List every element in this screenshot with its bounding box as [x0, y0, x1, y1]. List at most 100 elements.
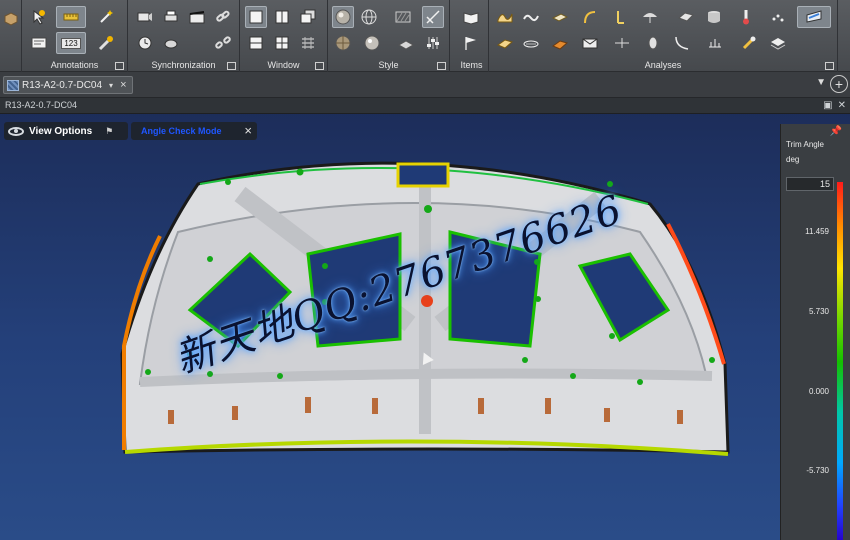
- material-sphere-icon: [364, 35, 380, 51]
- analysis-grid-button[interactable]: [699, 32, 731, 54]
- scatter-dots-icon: [772, 14, 784, 22]
- analyses-launcher[interactable]: [825, 62, 834, 70]
- unlink-button[interactable]: [212, 32, 234, 54]
- brush-icon: [98, 36, 113, 51]
- analysis-lens-button[interactable]: [520, 32, 542, 54]
- hatched-style-button[interactable]: [392, 6, 414, 28]
- style-launcher[interactable]: [437, 62, 446, 70]
- items-flag-button[interactable]: [460, 32, 482, 54]
- analysis-layers-button[interactable]: [767, 32, 789, 54]
- counter-annotation-button[interactable]: 123: [56, 32, 86, 54]
- single-view-button[interactable]: [245, 6, 267, 28]
- viewport-header: R13-A2-0.7-DC04 ▣ ✕: [0, 98, 850, 114]
- sync-movie-button[interactable]: [186, 6, 208, 28]
- analysis-thermometer-button[interactable]: [735, 6, 757, 28]
- tab-close-icon[interactable]: ×: [120, 79, 126, 91]
- wire-sphere-button[interactable]: [358, 6, 380, 28]
- group-label-annotations: Annotations: [50, 60, 99, 70]
- shaded-style-button[interactable]: [332, 6, 354, 28]
- legend-pin-icon[interactable]: 📌: [830, 126, 842, 137]
- point-grid-icon: [709, 39, 721, 48]
- analysis-axis-button[interactable]: [607, 6, 629, 28]
- measure-annotation-button[interactable]: [56, 6, 86, 28]
- sync-camera-button[interactable]: [134, 6, 156, 28]
- lens-icon: [523, 40, 539, 48]
- legend-max-input[interactable]: 15: [786, 177, 834, 191]
- pointer-star-icon: [33, 9, 45, 25]
- ribbon-group-synchronization: Synchronization: [128, 0, 240, 72]
- maximize-icon[interactable]: ▣: [823, 100, 832, 111]
- analysis-tool-button[interactable]: [735, 32, 763, 54]
- angle-check-mode-bar[interactable]: Angle Check Mode ×: [131, 122, 257, 140]
- analysis-cylinder-button[interactable]: [703, 6, 725, 28]
- layout-settings-button[interactable]: [297, 32, 319, 54]
- material-sphere-button[interactable]: [358, 32, 386, 54]
- split-vertical-icon: [275, 10, 289, 24]
- magic-wand-icon: [100, 10, 113, 23]
- legend-tick: 0.000: [808, 387, 829, 396]
- sync-time-button[interactable]: [134, 32, 156, 54]
- analysis-dots-button[interactable]: [767, 6, 789, 28]
- split-vertical-button[interactable]: [271, 6, 293, 28]
- legend-unit: deg: [786, 155, 800, 164]
- quad-view-button[interactable]: [271, 32, 293, 54]
- eye-icon: [8, 126, 24, 136]
- link-button[interactable]: [212, 6, 234, 28]
- wand-annotation-button[interactable]: [92, 6, 120, 28]
- color-legend-panel: 📌 Trim Angle deg 15 11.459 5.730 0.000 -…: [780, 124, 850, 540]
- view-options-label: View Options: [29, 125, 93, 137]
- cylinder-icon: [708, 11, 720, 23]
- wireframe-sphere-icon: [361, 9, 377, 25]
- sync-printer-button[interactable]: [160, 6, 182, 28]
- items-open-button[interactable]: [460, 6, 482, 28]
- analysis-umbrella-button[interactable]: [639, 6, 661, 28]
- flag-pin-icon[interactable]: ⚑: [105, 126, 113, 137]
- cascade-button[interactable]: [297, 6, 319, 28]
- analysis-flat-button[interactable]: [494, 32, 516, 54]
- envelope-icon: [582, 38, 598, 49]
- edges-style-button[interactable]: [422, 6, 444, 28]
- surface-analysis-icon: [497, 13, 513, 23]
- angle-check-analysis-button[interactable]: [797, 6, 831, 28]
- cascade-icon: [300, 9, 316, 24]
- section-cut-icon: [615, 38, 629, 48]
- document-tab[interactable]: R13-A2-0.7-DC04 ▾ ×: [3, 76, 133, 94]
- analysis-egg-button[interactable]: [639, 32, 667, 54]
- select-annotation-button[interactable]: [28, 6, 50, 28]
- analysis-wave-button[interactable]: [520, 6, 542, 28]
- analysis-mail-button[interactable]: [579, 32, 601, 54]
- hood-model[interactable]: [0, 114, 780, 540]
- analysis-surface-button[interactable]: [494, 6, 516, 28]
- group-label-synchronization: Synchronization: [151, 60, 216, 70]
- analysis-sheet-button[interactable]: [675, 6, 697, 28]
- analysis-bend-button[interactable]: [671, 32, 693, 54]
- ribbon-group-items: Items: [455, 0, 489, 72]
- tab-menu-icon[interactable]: ▾: [109, 81, 113, 90]
- disk-icon: [164, 39, 178, 49]
- note-annotation-button[interactable]: [28, 32, 50, 54]
- home-view-button[interactable]: [0, 8, 22, 30]
- analysis-orange-button[interactable]: [549, 32, 571, 54]
- analysis-curve-button[interactable]: [579, 6, 601, 28]
- analysis-plane-button[interactable]: [549, 6, 571, 28]
- caliper-icon: [742, 36, 756, 50]
- window-launcher[interactable]: [315, 62, 324, 70]
- view-options-toolbar[interactable]: View Options ⚑: [4, 122, 128, 140]
- sliders-button[interactable]: [422, 32, 444, 54]
- split-horizontal-button[interactable]: [245, 32, 267, 54]
- synchronization-launcher[interactable]: [227, 62, 236, 70]
- 3d-viewport[interactable]: R13-A2-0.7-DC04 ▣ ✕ View Options ⚑ Angle…: [0, 98, 850, 540]
- tab-list-chevron-icon[interactable]: ▼: [816, 77, 826, 88]
- hatch-icon: [395, 11, 411, 23]
- texture-sphere-button[interactable]: [332, 32, 354, 54]
- exit-mode-close-icon[interactable]: ×: [244, 123, 252, 138]
- annotations-launcher[interactable]: [115, 62, 124, 70]
- brush-annotation-button[interactable]: [92, 32, 120, 54]
- flat-shade-button[interactable]: [392, 32, 420, 54]
- ruler-icon: [63, 13, 79, 21]
- group-label-items: Items: [460, 60, 483, 70]
- analysis-section-button[interactable]: [607, 32, 637, 54]
- sync-disk-button[interactable]: [160, 32, 182, 54]
- close-viewport-icon[interactable]: ✕: [838, 100, 846, 111]
- add-tab-button[interactable]: +: [830, 75, 848, 93]
